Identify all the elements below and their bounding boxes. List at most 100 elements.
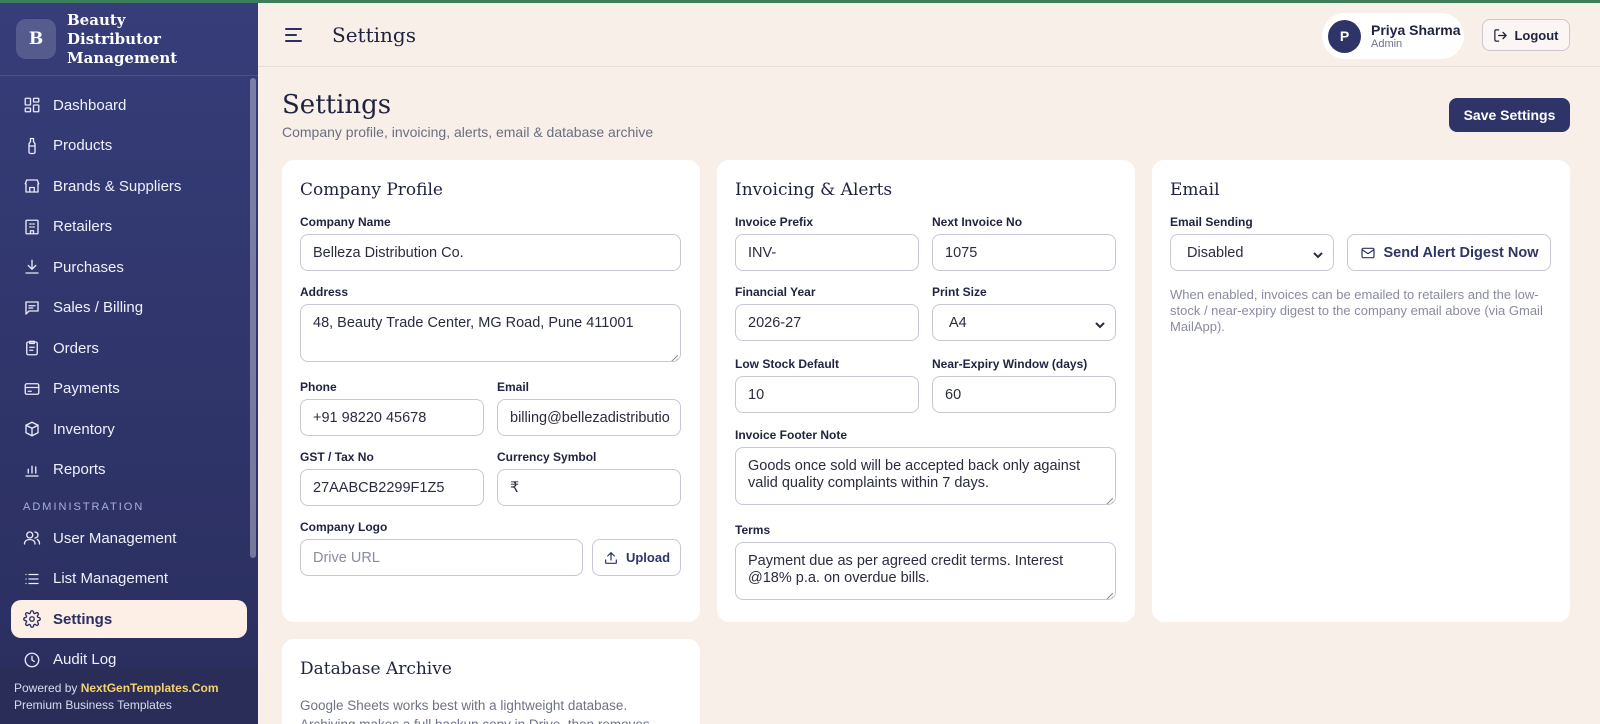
email-sending-value: Disabled xyxy=(1187,244,1244,261)
sidebar-item-user-management[interactable]: User Management xyxy=(11,519,247,557)
invoice-footer-label: Invoice Footer Note xyxy=(735,428,848,442)
sidebar-item-label: Sales / Billing xyxy=(53,299,144,316)
database-archive-card: Database Archive Google Sheets works bes… xyxy=(282,639,700,724)
near-expiry-input[interactable]: 60 xyxy=(932,376,1116,413)
sidebar-item-settings[interactable]: Settings xyxy=(11,600,247,638)
logout-icon xyxy=(1494,28,1508,42)
sidebar-item-retailers[interactable]: Retailers xyxy=(11,208,247,246)
sidebar-scrollbar[interactable] xyxy=(250,78,256,558)
sidebar-item-payments[interactable]: Payments xyxy=(11,370,247,408)
sidebar-item-label: Products xyxy=(53,137,113,154)
sidebar-item-label: Purchases xyxy=(53,258,124,276)
card-title: Invoicing & Alerts xyxy=(735,180,893,200)
resize-handle-icon[interactable] xyxy=(1105,494,1114,504)
brand[interactable]: B Beauty Distributor Management xyxy=(0,3,258,76)
next-invoice-label: Next Invoice No xyxy=(932,215,1023,229)
financial-year-label: Financial Year xyxy=(735,285,816,299)
invoice-footer-value: Goods once sold will be accepted back on… xyxy=(748,458,1081,491)
user-role: Admin xyxy=(1371,37,1403,50)
sidebar-item-brands-suppliers[interactable]: Brands & Suppliers xyxy=(11,167,247,205)
print-size-label: Print Size xyxy=(932,285,987,299)
address-textarea[interactable]: 48, Beauty Trade Center, MG Road, Pune 4… xyxy=(300,304,681,362)
email-help-text: When enabled, invoices can be emailed to… xyxy=(1170,287,1543,334)
sidebar-item-label: Settings xyxy=(53,610,113,628)
send-alert-digest-label: Send Alert Digest Now xyxy=(1383,244,1539,261)
upload-icon xyxy=(605,551,617,564)
sidebar-nav: Dashboard Products Brands & Suppliers Re… xyxy=(0,76,258,679)
powered-brand-link[interactable]: NextGenTemplates.Com xyxy=(81,681,219,695)
sidebar-item-label: Brands & Suppliers xyxy=(53,177,182,195)
sidebar-item-reports[interactable]: Reports xyxy=(11,451,247,489)
card-title: Email xyxy=(1170,180,1220,200)
list-icon xyxy=(23,570,41,588)
save-settings-button[interactable]: Save Settings xyxy=(1449,98,1570,132)
resize-handle-icon[interactable] xyxy=(670,351,679,361)
clipboard-icon xyxy=(23,339,41,357)
gst-input[interactable]: 27AABCB2299F1Z5 xyxy=(300,469,484,506)
menu-toggle-icon[interactable] xyxy=(284,25,304,45)
phone-label: Phone xyxy=(300,380,337,394)
sidebar-item-label: Orders xyxy=(53,339,99,357)
message-icon xyxy=(23,299,41,317)
currency-label: Currency Symbol xyxy=(497,450,597,464)
user-info: Priya Sharma Admin xyxy=(1371,22,1461,51)
card-title: Company Profile xyxy=(300,180,443,200)
sidebar-item-list-management[interactable]: List Management xyxy=(11,560,247,598)
powered-by-line: Powered by NextGenTemplates.Com xyxy=(14,680,244,697)
low-stock-label: Low Stock Default xyxy=(735,357,840,371)
powered-prefix: Powered by xyxy=(14,681,81,695)
print-size-value: A4 xyxy=(949,314,967,331)
send-alert-digest-button[interactable]: Send Alert Digest Now xyxy=(1347,234,1551,271)
logo-url-input[interactable]: Drive URL xyxy=(300,539,583,576)
page-title: Settings xyxy=(282,90,392,120)
sidebar-item-sales-billing[interactable]: Sales / Billing xyxy=(11,289,247,327)
invoice-footer-textarea[interactable]: Goods once sold will be accepted back on… xyxy=(735,447,1116,505)
email-label: Email xyxy=(497,380,530,394)
sidebar-item-label: Retailers xyxy=(53,218,113,235)
email-sending-select[interactable]: Disabled xyxy=(1170,234,1334,271)
sidebar-item-dashboard[interactable]: Dashboard xyxy=(11,86,247,124)
terms-label: Terms xyxy=(735,523,771,537)
invoice-prefix-input[interactable]: INV- xyxy=(735,234,919,271)
page-subtitle: Company profile, invoicing, alerts, emai… xyxy=(282,124,654,140)
chevron-down-icon xyxy=(1095,318,1105,329)
gst-label: GST / Tax No xyxy=(300,450,374,464)
email-input[interactable]: billing@bellezadistributio xyxy=(497,399,681,436)
low-stock-input[interactable]: 10 xyxy=(735,376,919,413)
building-icon xyxy=(23,218,41,236)
sidebar-item-label: Reports xyxy=(53,461,106,478)
email-sending-label: Email Sending xyxy=(1170,215,1253,229)
sidebar-item-label: Payments xyxy=(53,380,120,397)
invoice-prefix-label: Invoice Prefix xyxy=(735,215,814,229)
sidebar-item-label: List Management xyxy=(53,570,169,587)
company-name-input[interactable]: Belleza Distribution Co. xyxy=(300,234,681,271)
top-header: Settings P Priya Sharma Admin Logout xyxy=(258,3,1600,67)
sidebar-item-purchases[interactable]: Purchases xyxy=(11,248,247,286)
terms-textarea[interactable]: Payment due as per agreed credit terms. … xyxy=(735,542,1116,600)
card-title: Database Archive xyxy=(300,659,452,679)
currency-input[interactable]: ₹ xyxy=(497,469,681,506)
sidebar-item-orders[interactable]: Orders xyxy=(11,329,247,367)
box-icon xyxy=(23,420,41,438)
next-invoice-input[interactable]: 1075 xyxy=(932,234,1116,271)
dashboard-icon xyxy=(23,96,41,114)
sidebar-item-label: Dashboard xyxy=(53,96,127,114)
terms-value: Payment due as per agreed credit terms. … xyxy=(748,553,1064,586)
powered-by-footer: Powered by NextGenTemplates.Com Premium … xyxy=(0,668,258,724)
sidebar-item-products[interactable]: Products xyxy=(11,127,247,165)
logout-button[interactable]: Logout xyxy=(1482,19,1570,51)
bottle-icon xyxy=(23,137,41,155)
resize-handle-icon[interactable] xyxy=(1105,589,1114,599)
financial-year-input[interactable]: 2026-27 xyxy=(735,304,919,341)
section-administration: ADMINISTRATION xyxy=(23,501,145,513)
bar-chart-icon xyxy=(23,461,41,479)
print-size-select[interactable]: A4 xyxy=(932,304,1116,341)
clock-icon xyxy=(23,651,41,669)
sidebar-item-label: Audit Log xyxy=(53,651,117,668)
top-accent-line xyxy=(0,0,1600,3)
sidebar-item-inventory[interactable]: Inventory xyxy=(11,410,247,448)
user-chip[interactable]: P Priya Sharma Admin xyxy=(1322,13,1464,59)
upload-button[interactable]: Upload xyxy=(592,539,681,576)
sidebar: B Beauty Distributor Management Dashboar… xyxy=(0,3,258,724)
phone-input[interactable]: +91 98220 45678 xyxy=(300,399,484,436)
